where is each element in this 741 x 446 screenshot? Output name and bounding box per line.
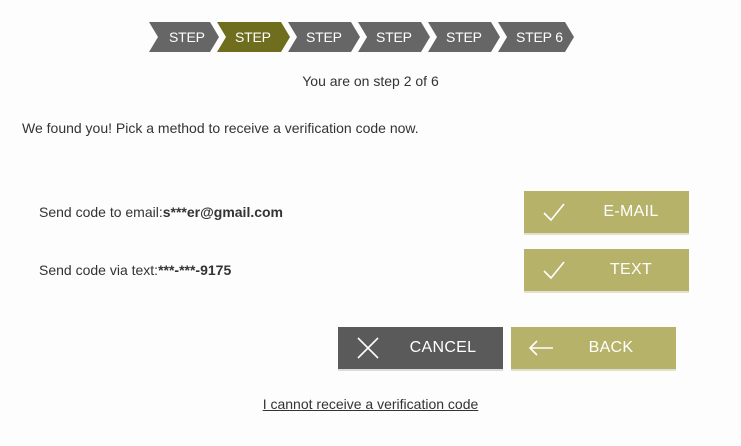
step-3: STEP 3 xyxy=(288,22,360,52)
step-1: STEP 1 xyxy=(149,22,219,52)
cannot-receive-code-link[interactable]: I cannot receive a verification code xyxy=(263,396,479,412)
email-prefix: Send code to email: xyxy=(39,204,163,220)
text-option-label: Send code via text:***-***-9175 xyxy=(39,262,231,278)
text-value: ***-***-9175 xyxy=(158,262,232,278)
cancel-button-label: CANCEL xyxy=(409,339,477,356)
step-6-label: STEP 6 xyxy=(516,29,563,45)
check-icon xyxy=(543,261,565,280)
step-1-label: STEP 1 xyxy=(169,29,205,75)
text-button-shadow xyxy=(524,291,689,293)
step-5: STEP 5 xyxy=(428,22,500,52)
back-button[interactable]: BACK xyxy=(511,327,676,369)
email-button[interactable]: E-MAIL xyxy=(524,191,689,233)
check-icon xyxy=(543,203,565,222)
email-option-label: Send code to email:s***er@gmail.com xyxy=(39,204,283,220)
cancel-button[interactable]: CANCEL xyxy=(338,327,503,369)
step-5-label: STEP 5 xyxy=(446,29,482,75)
help-link-container: I cannot receive a verification code xyxy=(0,396,741,412)
steps-bar: STEP 1 STEP 2 STEP 3 STEP 4 STEP 5 STEP … xyxy=(149,22,572,52)
step-2-label: STEP 2 xyxy=(235,29,271,75)
cancel-button-shadow xyxy=(338,369,503,371)
step-status: You are on step 2 of 6 xyxy=(302,73,439,89)
text-prefix: Send code via text: xyxy=(39,262,159,278)
back-button-label: BACK xyxy=(588,339,634,356)
email-button-shadow xyxy=(524,233,689,235)
email-value: s***er@gmail.com xyxy=(162,204,284,220)
step-2: STEP 2 xyxy=(217,22,290,52)
step-4: STEP 4 xyxy=(358,22,430,52)
text-button[interactable]: TEXT xyxy=(524,249,689,291)
text-button-label: TEXT xyxy=(609,261,653,278)
arrow-left-icon xyxy=(529,340,553,356)
verification-page: STEP 1 STEP 2 STEP 3 STEP 4 STEP 5 STEP … xyxy=(0,0,741,446)
intro-text: We found you! Pick a method to receive a… xyxy=(22,120,419,136)
step-3-label: STEP 3 xyxy=(306,29,342,75)
email-button-label: E-MAIL xyxy=(603,203,659,220)
step-6: STEP 6 xyxy=(498,22,574,52)
back-button-shadow xyxy=(511,369,676,371)
step-4-label: STEP 4 xyxy=(376,29,412,75)
close-icon xyxy=(357,337,379,359)
